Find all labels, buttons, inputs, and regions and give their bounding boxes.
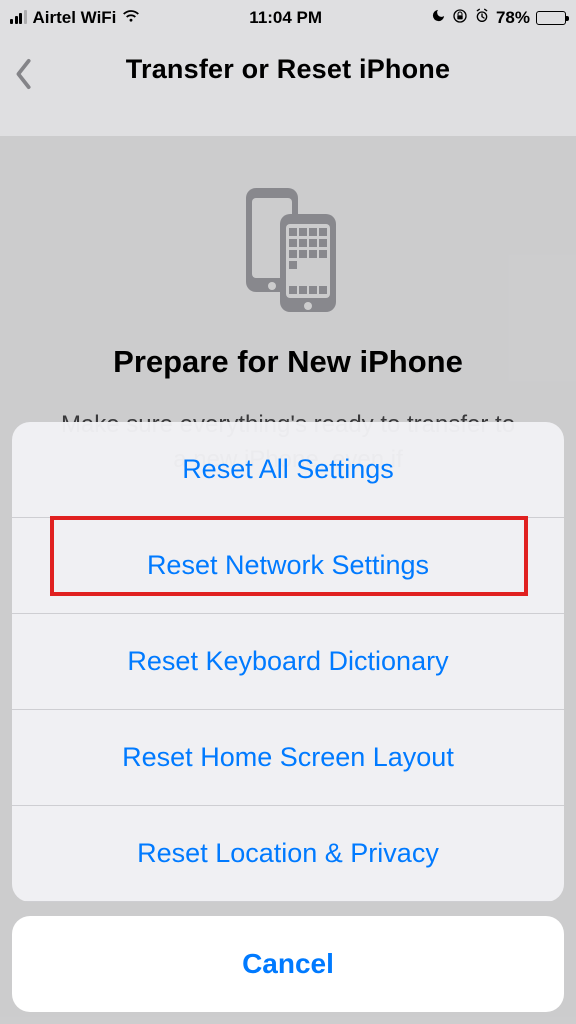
rotation-lock-icon <box>452 8 468 29</box>
sheet-item-label: Reset Home Screen Layout <box>122 742 454 773</box>
sheet-item-reset-home-screen-layout[interactable]: Reset Home Screen Layout <box>12 710 564 806</box>
sheet-item-label: Reset All Settings <box>182 454 394 485</box>
sheet-item-label: Reset Network Settings <box>147 550 429 581</box>
sheet-item-reset-keyboard-dictionary[interactable]: Reset Keyboard Dictionary <box>12 614 564 710</box>
action-sheet-container: Reset All Settings Reset Network Setting… <box>12 422 564 1012</box>
moon-icon <box>431 8 446 28</box>
transfer-illustration-icon <box>228 184 348 314</box>
page-title: Transfer or Reset iPhone <box>0 54 576 85</box>
content-title: Prepare for New iPhone <box>40 344 536 380</box>
alarm-icon <box>474 8 490 29</box>
back-button[interactable] <box>14 58 34 90</box>
cancel-label: Cancel <box>242 948 334 980</box>
cellular-signal-icon <box>10 12 27 24</box>
status-left: Airtel WiFi <box>10 8 140 28</box>
nav-bar: Transfer or Reset iPhone <box>0 36 576 136</box>
carrier-label: Airtel WiFi <box>33 8 117 28</box>
status-bar: Airtel WiFi 11:04 PM 78% <box>0 0 576 36</box>
sheet-item-label: Reset Location & Privacy <box>137 838 439 869</box>
sheet-item-reset-location-privacy[interactable]: Reset Location & Privacy <box>12 806 564 902</box>
cancel-button[interactable]: Cancel <box>12 916 564 1012</box>
sheet-item-reset-all-settings[interactable]: Reset All Settings <box>12 422 564 518</box>
battery-percent: 78% <box>496 8 530 28</box>
status-right: 78% <box>431 8 566 29</box>
sheet-item-reset-network-settings[interactable]: Reset Network Settings <box>12 518 564 614</box>
battery-icon <box>536 11 566 25</box>
sheet-item-label: Reset Keyboard Dictionary <box>127 646 448 677</box>
status-time: 11:04 PM <box>249 8 322 28</box>
wifi-icon <box>122 8 140 28</box>
action-sheet: Reset All Settings Reset Network Setting… <box>12 422 564 902</box>
